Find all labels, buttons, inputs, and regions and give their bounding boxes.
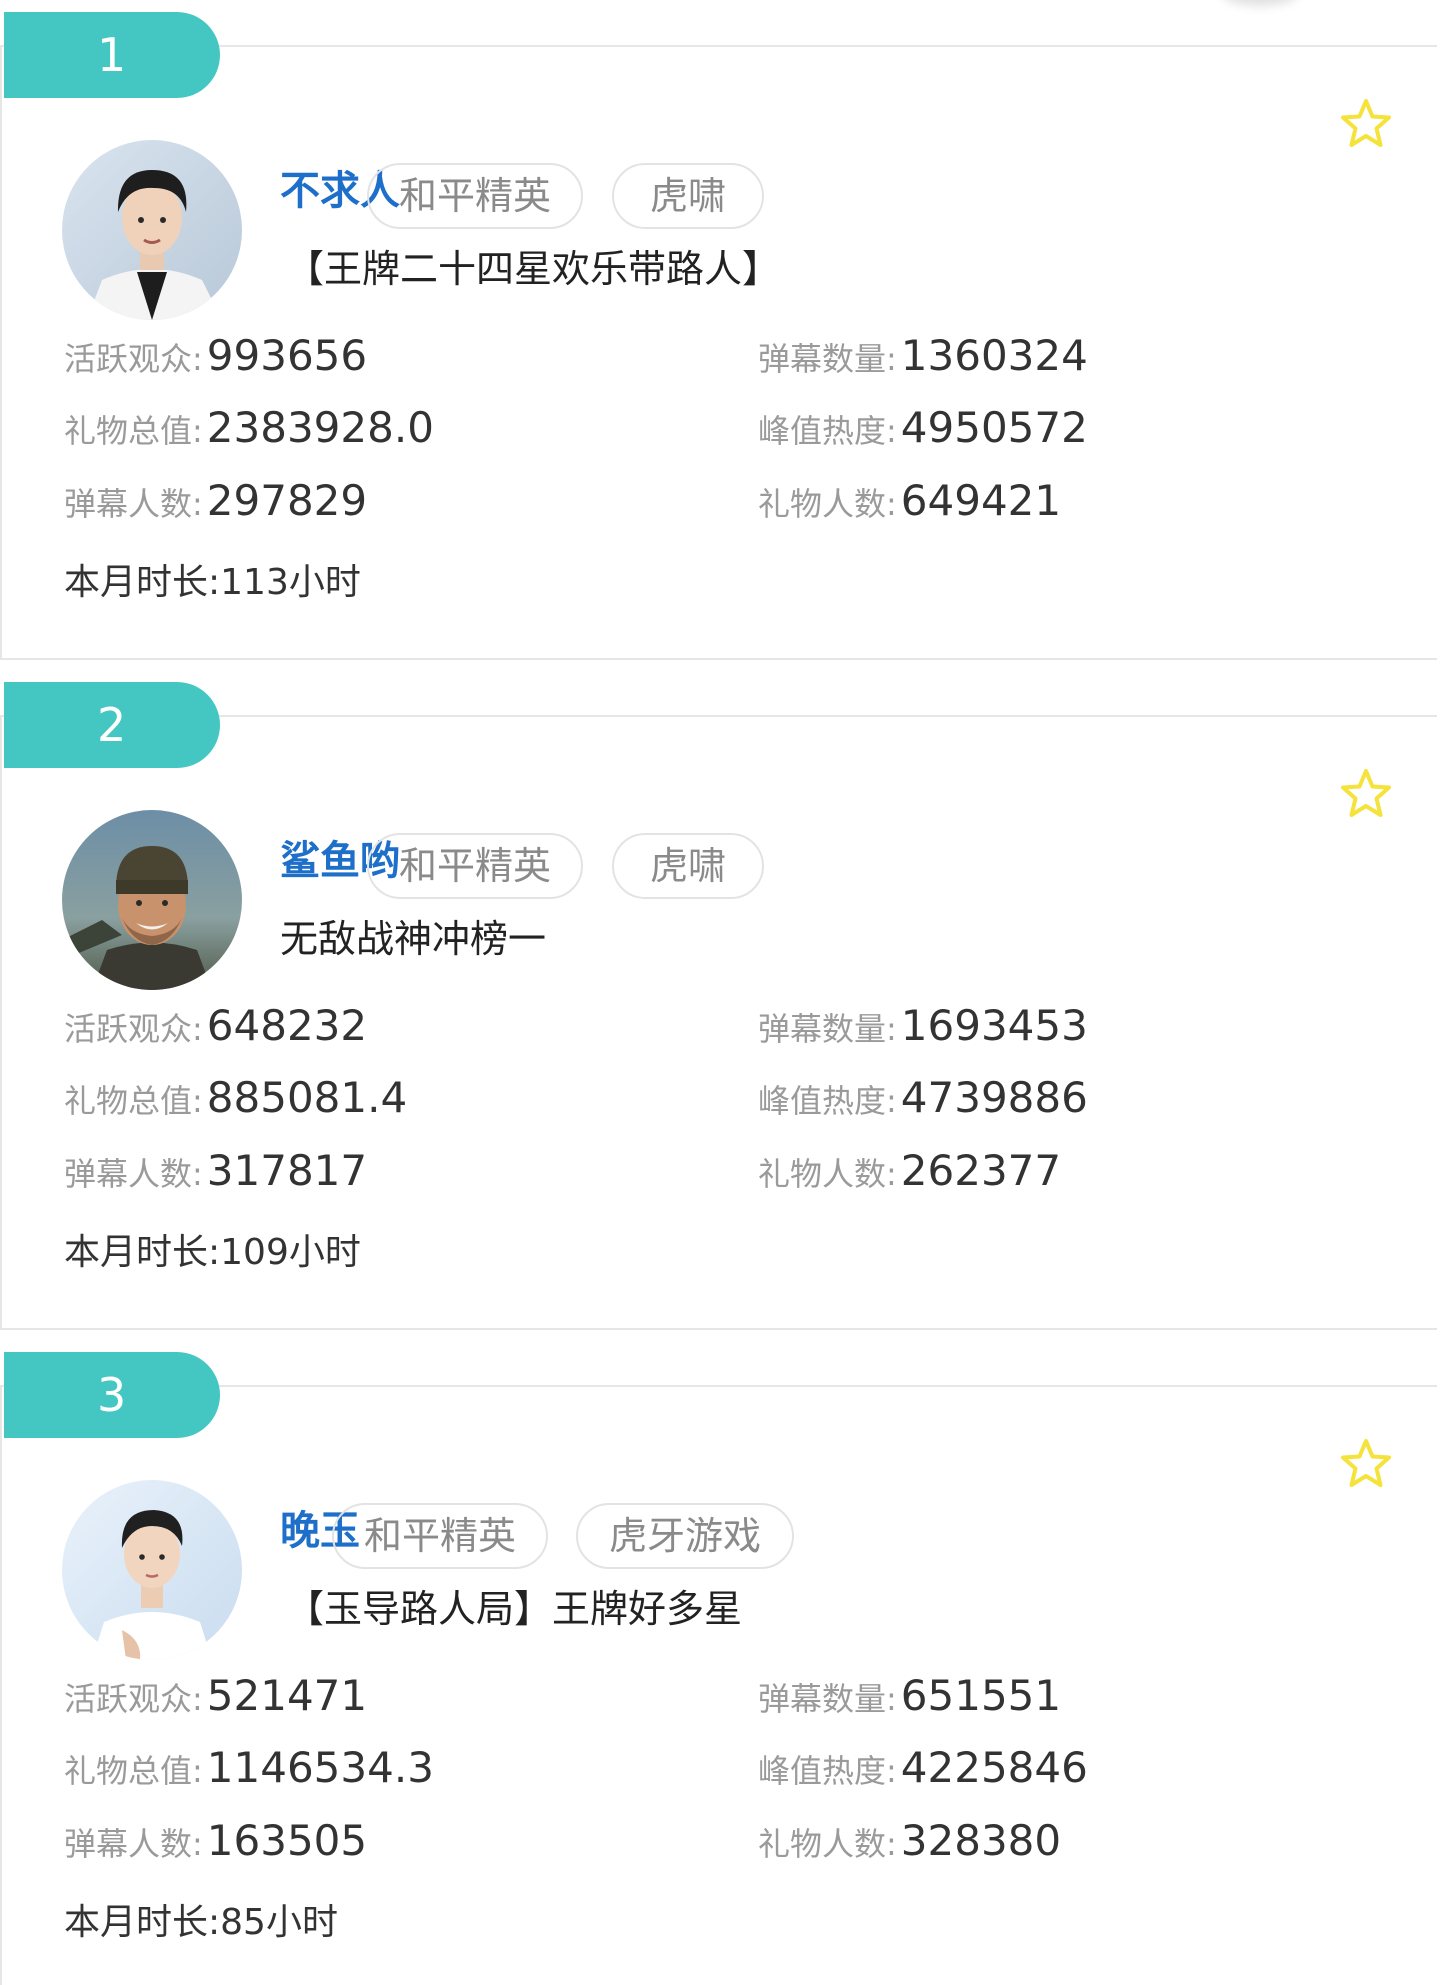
stat-value: 648232 (206, 1001, 368, 1050)
stat-value: 2383928.0 (206, 403, 434, 452)
stat-danmu-count: 弹幕数量:1360324 (758, 332, 1088, 389)
stat-value: 163505 (206, 1816, 368, 1865)
avatar[interactable] (62, 1480, 242, 1660)
stat-label: 礼物人数: (758, 1825, 897, 1863)
stat-gift-total: 礼物总值:2383928.0 (64, 404, 434, 461)
stat-label: 峰值热度: (758, 412, 897, 450)
month-duration: 本月时长:113小时 (64, 559, 361, 607)
game-tag[interactable]: 和平精英 (367, 833, 583, 899)
stat-value: 4739886 (900, 1073, 1088, 1122)
stat-label: 礼物总值: (64, 1082, 203, 1120)
stat-label: 礼物总值: (64, 1752, 203, 1790)
stat-active-viewers: 活跃观众:993656 (64, 332, 367, 389)
star-outline-icon[interactable] (1339, 1437, 1393, 1491)
duration-value: 85小时 (220, 1902, 338, 1943)
avatar[interactable] (62, 810, 242, 990)
stat-gift-users: 礼物人数:649421 (758, 477, 1061, 534)
streamer-card[interactable]: 晚玉 和平精英 虎牙游戏 【玉导路人局】王牌好多星 活跃观众:521471 弹幕… (0, 1385, 1437, 1985)
stat-gift-users: 礼物人数:328380 (758, 1817, 1061, 1874)
stream-title: 【王牌二十四星欢乐带路人】 (286, 247, 781, 291)
stat-label: 弹幕数量: (758, 340, 897, 378)
stat-peak-heat: 峰值热度:4739886 (758, 1074, 1088, 1131)
stat-label: 礼物人数: (758, 1155, 897, 1193)
stat-label: 弹幕人数: (64, 1825, 203, 1863)
stat-label: 峰值热度: (758, 1082, 897, 1120)
stat-danmu-count: 弹幕数量:651551 (758, 1672, 1061, 1729)
game-tag[interactable]: 和平精英 (332, 1503, 548, 1569)
rank-badge: 1 (4, 12, 220, 98)
stat-gift-users: 礼物人数:262377 (758, 1147, 1061, 1204)
duration-value: 113小时 (220, 562, 361, 603)
stat-value: 328380 (900, 1816, 1062, 1865)
duration-label: 本月时长: (64, 1232, 221, 1273)
star-outline-icon[interactable] (1339, 767, 1393, 821)
stat-value: 885081.4 (206, 1073, 408, 1122)
rank-number: 1 (97, 28, 127, 82)
stat-value: 317817 (206, 1146, 368, 1195)
rank-number: 2 (97, 698, 127, 752)
stat-label: 礼物人数: (758, 485, 897, 523)
stat-value: 1360324 (900, 331, 1088, 380)
stat-danmu-users: 弹幕人数:297829 (64, 477, 367, 534)
rank-badge: 2 (4, 682, 220, 768)
stat-value: 651551 (900, 1671, 1062, 1720)
duration-label: 本月时长: (64, 1902, 221, 1943)
game-tag[interactable]: 和平精英 (367, 163, 583, 229)
stat-danmu-users: 弹幕人数:317817 (64, 1147, 367, 1204)
stat-value: 297829 (206, 476, 368, 525)
stat-label: 活跃观众: (64, 1680, 203, 1718)
streamer-card[interactable]: 不求人 和平精英 虎啸 【王牌二十四星欢乐带路人】 活跃观众:993656 弹幕… (0, 45, 1437, 660)
stat-label: 弹幕人数: (64, 485, 203, 523)
stat-value: 4950572 (900, 403, 1088, 452)
star-outline-icon[interactable] (1339, 97, 1393, 151)
stat-value: 1146534.3 (206, 1743, 434, 1792)
platform-tag[interactable]: 虎牙游戏 (576, 1503, 794, 1569)
duration-value: 109小时 (220, 1232, 361, 1273)
stat-label: 礼物总值: (64, 412, 203, 450)
stat-value: 4225846 (900, 1743, 1088, 1792)
rank-number: 3 (97, 1368, 127, 1422)
stat-label: 弹幕数量: (758, 1010, 897, 1048)
stat-danmu-count: 弹幕数量:1693453 (758, 1002, 1088, 1059)
stat-gift-total: 礼物总值:1146534.3 (64, 1744, 434, 1801)
streamer-card[interactable]: 鲨鱼哟 和平精英 虎啸 无敌战神冲榜一 活跃观众:648232 弹幕数量:169… (0, 715, 1437, 1330)
stat-label: 弹幕数量: (758, 1680, 897, 1718)
rank-badge: 3 (4, 1352, 220, 1438)
platform-tag[interactable]: 虎啸 (612, 163, 764, 229)
avatar[interactable] (62, 140, 242, 320)
month-duration: 本月时长:85小时 (64, 1899, 338, 1947)
stream-title: 【玉导路人局】王牌好多星 (286, 1587, 743, 1631)
stat-value: 262377 (900, 1146, 1062, 1195)
stat-label: 弹幕人数: (64, 1155, 203, 1193)
duration-label: 本月时长: (64, 562, 221, 603)
streamer-ranking-list: 1 不求人 和平精英 虎啸 【王牌二十四星欢乐带路人】 活跃观众:993656 … (0, 0, 1440, 1985)
stat-value: 993656 (206, 331, 368, 380)
month-duration: 本月时长:109小时 (64, 1229, 361, 1277)
stat-peak-heat: 峰值热度:4950572 (758, 404, 1088, 461)
stat-label: 峰值热度: (758, 1752, 897, 1790)
stat-label: 活跃观众: (64, 340, 203, 378)
platform-tag[interactable]: 虎啸 (612, 833, 764, 899)
stat-peak-heat: 峰值热度:4225846 (758, 1744, 1088, 1801)
stat-active-viewers: 活跃观众:648232 (64, 1002, 367, 1059)
stat-active-viewers: 活跃观众:521471 (64, 1672, 367, 1729)
stat-label: 活跃观众: (64, 1010, 203, 1048)
stat-gift-total: 礼物总值:885081.4 (64, 1074, 407, 1131)
stat-value: 1693453 (900, 1001, 1088, 1050)
stat-value: 649421 (900, 476, 1062, 525)
stat-danmu-users: 弹幕人数:163505 (64, 1817, 367, 1874)
stat-value: 521471 (206, 1671, 368, 1720)
stream-title: 无敌战神冲榜一 (280, 917, 547, 961)
